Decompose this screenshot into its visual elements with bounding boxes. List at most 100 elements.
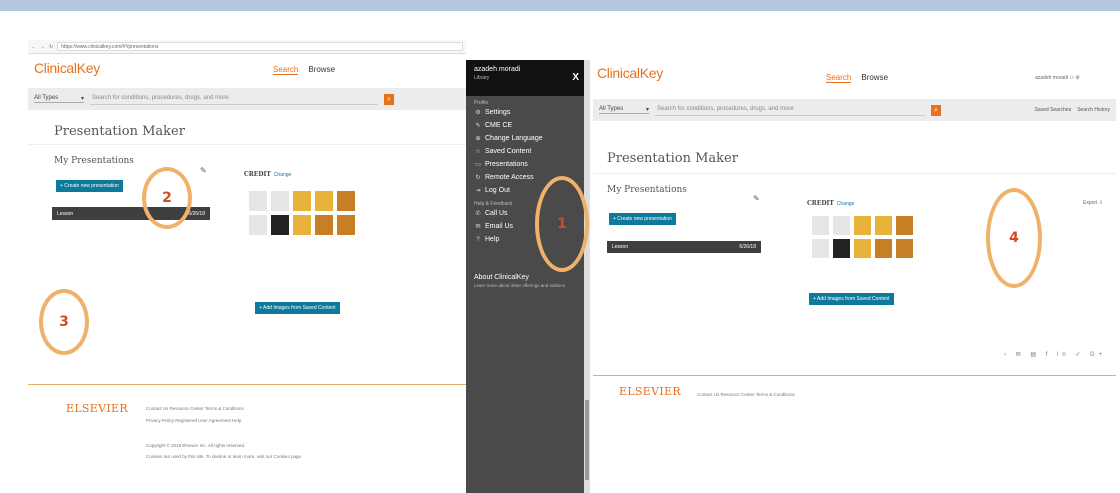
slide-thumb[interactable] xyxy=(874,215,893,236)
footer-divider xyxy=(593,375,1116,376)
saved-searches-link[interactable]: Saved Searches xyxy=(1035,107,1072,113)
slide-thumb[interactable] xyxy=(895,238,914,259)
nav-search[interactable]: Search xyxy=(273,65,299,75)
top-banner xyxy=(0,0,1120,11)
callout-3: 3 xyxy=(39,289,89,355)
slide-thumb[interactable] xyxy=(832,215,851,236)
divider xyxy=(593,173,1116,174)
slide-thumb[interactable] xyxy=(832,238,851,259)
menu-scrollbar[interactable] xyxy=(584,60,590,493)
edit-icon[interactable]: ✎ xyxy=(753,194,760,203)
slide-thumb[interactable] xyxy=(270,190,290,212)
my-presentations-label: My Presentations xyxy=(54,156,134,166)
slide-credit: CREDIT Change xyxy=(244,171,292,178)
logout-icon: ⇥ xyxy=(475,188,481,194)
add-images-button[interactable]: + Add Images from Saved Content xyxy=(809,293,894,305)
star-icon: ☆ xyxy=(475,149,481,155)
share-icons[interactable]: ‹ ✉ ▤ f in ✓ G+ xyxy=(1004,351,1106,358)
scrollbar-thumb[interactable] xyxy=(585,400,589,480)
change-link[interactable]: Change xyxy=(837,201,855,207)
slide-thumb[interactable] xyxy=(336,190,356,212)
menu-user-name: azadeh moradi xyxy=(474,66,521,73)
browser-bar: ← → ↻ https://www.clinicalkey.com/#!/pre… xyxy=(28,40,466,54)
edit-icon[interactable]: ✎ xyxy=(200,166,207,175)
slide-thumb[interactable] xyxy=(874,238,893,259)
slide-thumb[interactable] xyxy=(248,214,268,236)
close-icon[interactable]: X xyxy=(572,72,579,83)
user-icon: ⚇ xyxy=(1069,75,1074,81)
user-menu[interactable]: azadeh moradi ⚇ ⚙ xyxy=(1035,75,1080,81)
menu-item-language[interactable]: ⊕ Change Language xyxy=(466,132,589,145)
slide-thumb[interactable] xyxy=(811,215,830,236)
site-header: ClinicalKey Search Browse azadeh moradi ⚇… xyxy=(593,55,1116,89)
slide-thumb[interactable] xyxy=(270,214,290,236)
slide-thumb[interactable] xyxy=(336,214,356,236)
search-history-link[interactable]: Search History xyxy=(1077,107,1110,113)
slide-thumb[interactable] xyxy=(314,190,334,212)
settings-icon: ⚙ xyxy=(1075,75,1080,81)
presentation-icon: ▭ xyxy=(475,162,481,168)
create-presentation-button[interactable]: + Create new presentation xyxy=(56,180,123,192)
menu-item-presentations[interactable]: ▭ Presentations xyxy=(466,158,589,171)
create-presentation-button[interactable]: + Create new presentation xyxy=(609,213,676,225)
footer-links[interactable]: Contact Us Resource Center Terms & Condi… xyxy=(146,406,244,411)
menu-library: Library xyxy=(474,75,490,81)
refresh-icon: ↻ xyxy=(475,175,481,181)
my-presentations-label: My Presentations xyxy=(607,185,687,195)
phone-icon: ✆ xyxy=(475,211,481,217)
back-icon[interactable]: ← xyxy=(31,44,36,50)
nav-browse[interactable]: Browse xyxy=(861,73,888,82)
menu-header: azadeh moradi Library X xyxy=(466,60,589,96)
clinicalkey-logo[interactable]: ClinicalKey xyxy=(34,60,100,76)
menu-item-settings[interactable]: ⚙ Settings xyxy=(466,106,589,119)
slide-thumb[interactable] xyxy=(292,190,312,212)
footer-links[interactable]: Contact Us Resource Center Terms & Condi… xyxy=(697,392,795,397)
callout-2: 2 xyxy=(142,167,192,229)
elsevier-logo[interactable]: ELSEVIER xyxy=(619,385,681,398)
copyright: Copyright © 2018 Elsevier Inc. All right… xyxy=(146,443,246,448)
change-link[interactable]: Change xyxy=(274,172,292,178)
url-bar[interactable]: https://www.clinicalkey.com/#!/presentat… xyxy=(57,42,463,51)
nav-search[interactable]: Search xyxy=(826,73,852,83)
site-header: ClinicalKey Search Browse xyxy=(28,54,466,84)
slide-thumb[interactable] xyxy=(853,215,872,236)
help-icon: ? xyxy=(476,236,480,243)
divider xyxy=(28,144,466,145)
footer-links-2[interactable]: Privacy Policy Registered User Agreement… xyxy=(146,418,241,423)
main-nav: Search Browse xyxy=(826,73,888,83)
search-input[interactable]: Search for conditions, procedures, drugs… xyxy=(655,104,925,116)
nav-browse[interactable]: Browse xyxy=(308,65,335,74)
slide-thumb[interactable] xyxy=(853,238,872,259)
page-title: Presentation Maker xyxy=(54,124,185,139)
page-title: Presentation Maker xyxy=(607,151,738,166)
slide-thumb[interactable] xyxy=(811,238,830,259)
add-images-button[interactable]: + Add Images from Saved Content xyxy=(255,302,340,314)
chevron-down-icon: ▾ xyxy=(645,107,649,113)
clinicalkey-logo[interactable]: ClinicalKey xyxy=(597,65,663,81)
export-button[interactable]: Export ⇩ xyxy=(1083,200,1103,206)
menu-item-cme[interactable]: ✎ CME CE xyxy=(466,119,589,132)
slide-thumb[interactable] xyxy=(314,214,334,236)
forward-icon[interactable]: → xyxy=(40,44,45,50)
search-input[interactable]: Search for conditions, procedures, drugs… xyxy=(90,93,378,105)
type-select[interactable]: All Types ▾ xyxy=(34,95,84,103)
account-menu: azadeh moradi Library X Profile ⚙ Setting… xyxy=(466,60,589,493)
search-icon[interactable]: ⌕ xyxy=(384,93,394,105)
globe-icon: ⊕ xyxy=(475,136,481,142)
slide-thumb[interactable] xyxy=(248,190,268,212)
download-icon: ⇩ xyxy=(1098,200,1104,206)
search-icon[interactable]: ⌕ xyxy=(931,104,941,116)
menu-item-saved-content[interactable]: ☆ Saved Content xyxy=(466,145,589,158)
callout-1: 1 xyxy=(535,176,589,272)
presentation-row[interactable]: Lesson 6/26/18 xyxy=(607,241,761,253)
type-select[interactable]: All Types ▾ xyxy=(599,106,649,114)
slide-thumb[interactable] xyxy=(895,215,914,236)
left-screenshot: ← → ↻ https://www.clinicalkey.com/#!/pre… xyxy=(28,40,466,492)
reload-icon[interactable]: ↻ xyxy=(49,44,53,50)
slide-credit: CREDIT Change xyxy=(807,200,855,207)
search-bar: All Types ▾ Search for conditions, proced… xyxy=(28,88,466,110)
slide-thumbnails xyxy=(248,190,356,236)
slide-thumb[interactable] xyxy=(292,214,312,236)
elsevier-logo[interactable]: ELSEVIER xyxy=(66,402,128,415)
mail-icon: ✉ xyxy=(475,224,481,230)
